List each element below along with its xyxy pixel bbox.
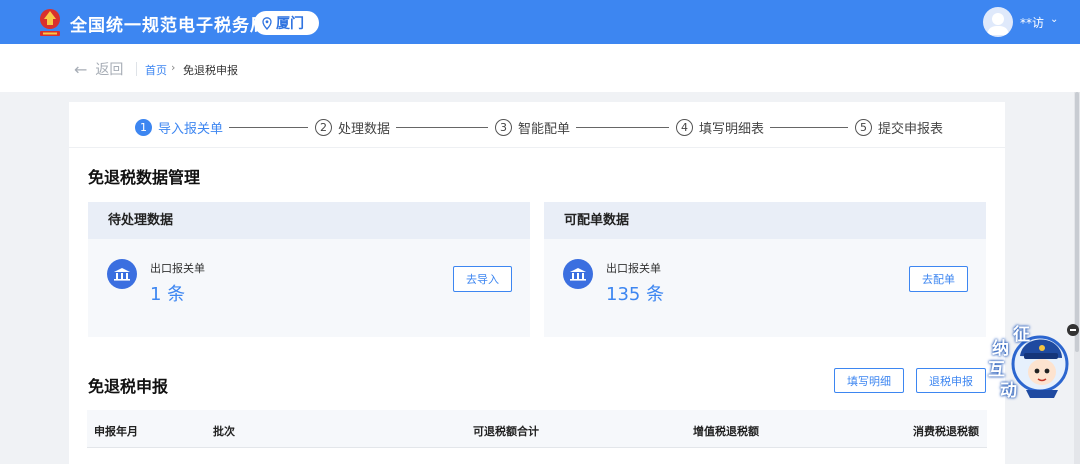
collapse-widget-button[interactable] [1067,324,1079,336]
back-button[interactable]: ← 返回 [74,59,123,79]
step-submit[interactable]: 5 提交申报表 [855,118,943,137]
customs-declaration-icon [563,259,593,289]
interaction-assistant-widget[interactable]: 征 纳 互 动 [986,324,1070,401]
matchable-data-panel: 可配单数据 出口报关单 135 条 去配单 [544,202,986,337]
column-header: 申报年月 [94,425,138,438]
avatar[interactable] [983,7,1013,37]
stepper: 1 导入报关单 2 处理数据 3 智能配单 4 填写明细表 5 提交申报表 [69,102,1005,148]
user-name[interactable]: **访 [1020,14,1044,31]
column-header: 增值税退税额 [693,425,759,438]
step-label: 智能配单 [518,122,571,137]
column-header: 批次 [213,425,235,438]
step-fill-detail[interactable]: 4 填写明细表 [676,118,764,137]
match-button[interactable]: 去配单 [909,266,968,292]
scrollbar[interactable] [1074,92,1080,464]
breadcrumb-home-link[interactable]: 首页 [145,62,167,78]
region-selector[interactable]: 厦门 [254,11,319,35]
step-label: 填写明细表 [699,122,765,137]
item-label: 出口报关单 [606,262,661,275]
top-header: 全国统一规范电子税务局 厦门 **访 ⌄ [0,0,1080,44]
region-label: 厦门 [276,16,304,32]
data-management-title: 免退税数据管理 [88,168,201,187]
divider [136,62,137,76]
breadcrumb-bar: ← 返回 首页 › 免退税申报 [0,44,1080,92]
site-title: 全国统一规范电子税务局 [70,16,268,36]
main-card: 1 导入报关单 2 处理数据 3 智能配单 4 填写明细表 5 提交申报表 免退… [69,102,1005,464]
column-header: 消费税退税额 [913,425,979,438]
step-connector [576,127,669,128]
user-icon [987,13,1009,35]
mascot-char: 动 [1000,381,1017,401]
column-header: 可退税额合计 [473,425,539,438]
item-label: 出口报关单 [150,262,205,275]
pending-data-panel: 待处理数据 出口报关单 1 条 去导入 [88,202,530,337]
step-smart-match[interactable]: 3 智能配单 [495,118,570,137]
step-import-declaration[interactable]: 1 导入报关单 [135,118,223,137]
step-connector [229,127,308,128]
customs-declaration-icon [107,259,137,289]
back-label: 返回 [95,62,124,78]
step-number: 3 [495,119,512,136]
step-label: 导入报关单 [158,122,224,137]
panel-title: 待处理数据 [88,202,530,239]
mascot-char: 征 [1013,325,1030,345]
tax-emblem-icon [40,9,60,36]
map-pin-icon [262,16,272,30]
panel-title: 可配单数据 [544,202,986,239]
arrow-left-icon: ← [74,59,88,79]
step-number: 5 [855,119,872,136]
step-number: 1 [135,119,152,136]
step-number: 4 [676,119,693,136]
declaration-title: 免退税申报 [88,377,169,396]
step-process-data[interactable]: 2 处理数据 [315,118,390,137]
chevron-down-icon[interactable]: ⌄ [1050,14,1058,25]
scrollbar-thumb[interactable] [1075,92,1079,352]
fill-detail-button[interactable]: 填写明细 [834,368,904,393]
item-count: 1 条 [150,284,186,305]
refund-declaration-button[interactable]: 退税申报 [916,368,986,393]
table-header: 申报年月 批次 可退税额合计 增值税退税额 消费税退税额 [87,410,987,448]
breadcrumb-current: 免退税申报 [183,64,238,77]
step-label: 提交申报表 [878,122,944,137]
breadcrumb-separator: › [171,61,176,74]
step-number: 2 [315,119,332,136]
item-count: 135 条 [606,284,665,305]
step-connector [770,127,848,128]
step-connector [396,127,488,128]
step-label: 处理数据 [338,122,391,137]
import-button[interactable]: 去导入 [453,266,512,292]
